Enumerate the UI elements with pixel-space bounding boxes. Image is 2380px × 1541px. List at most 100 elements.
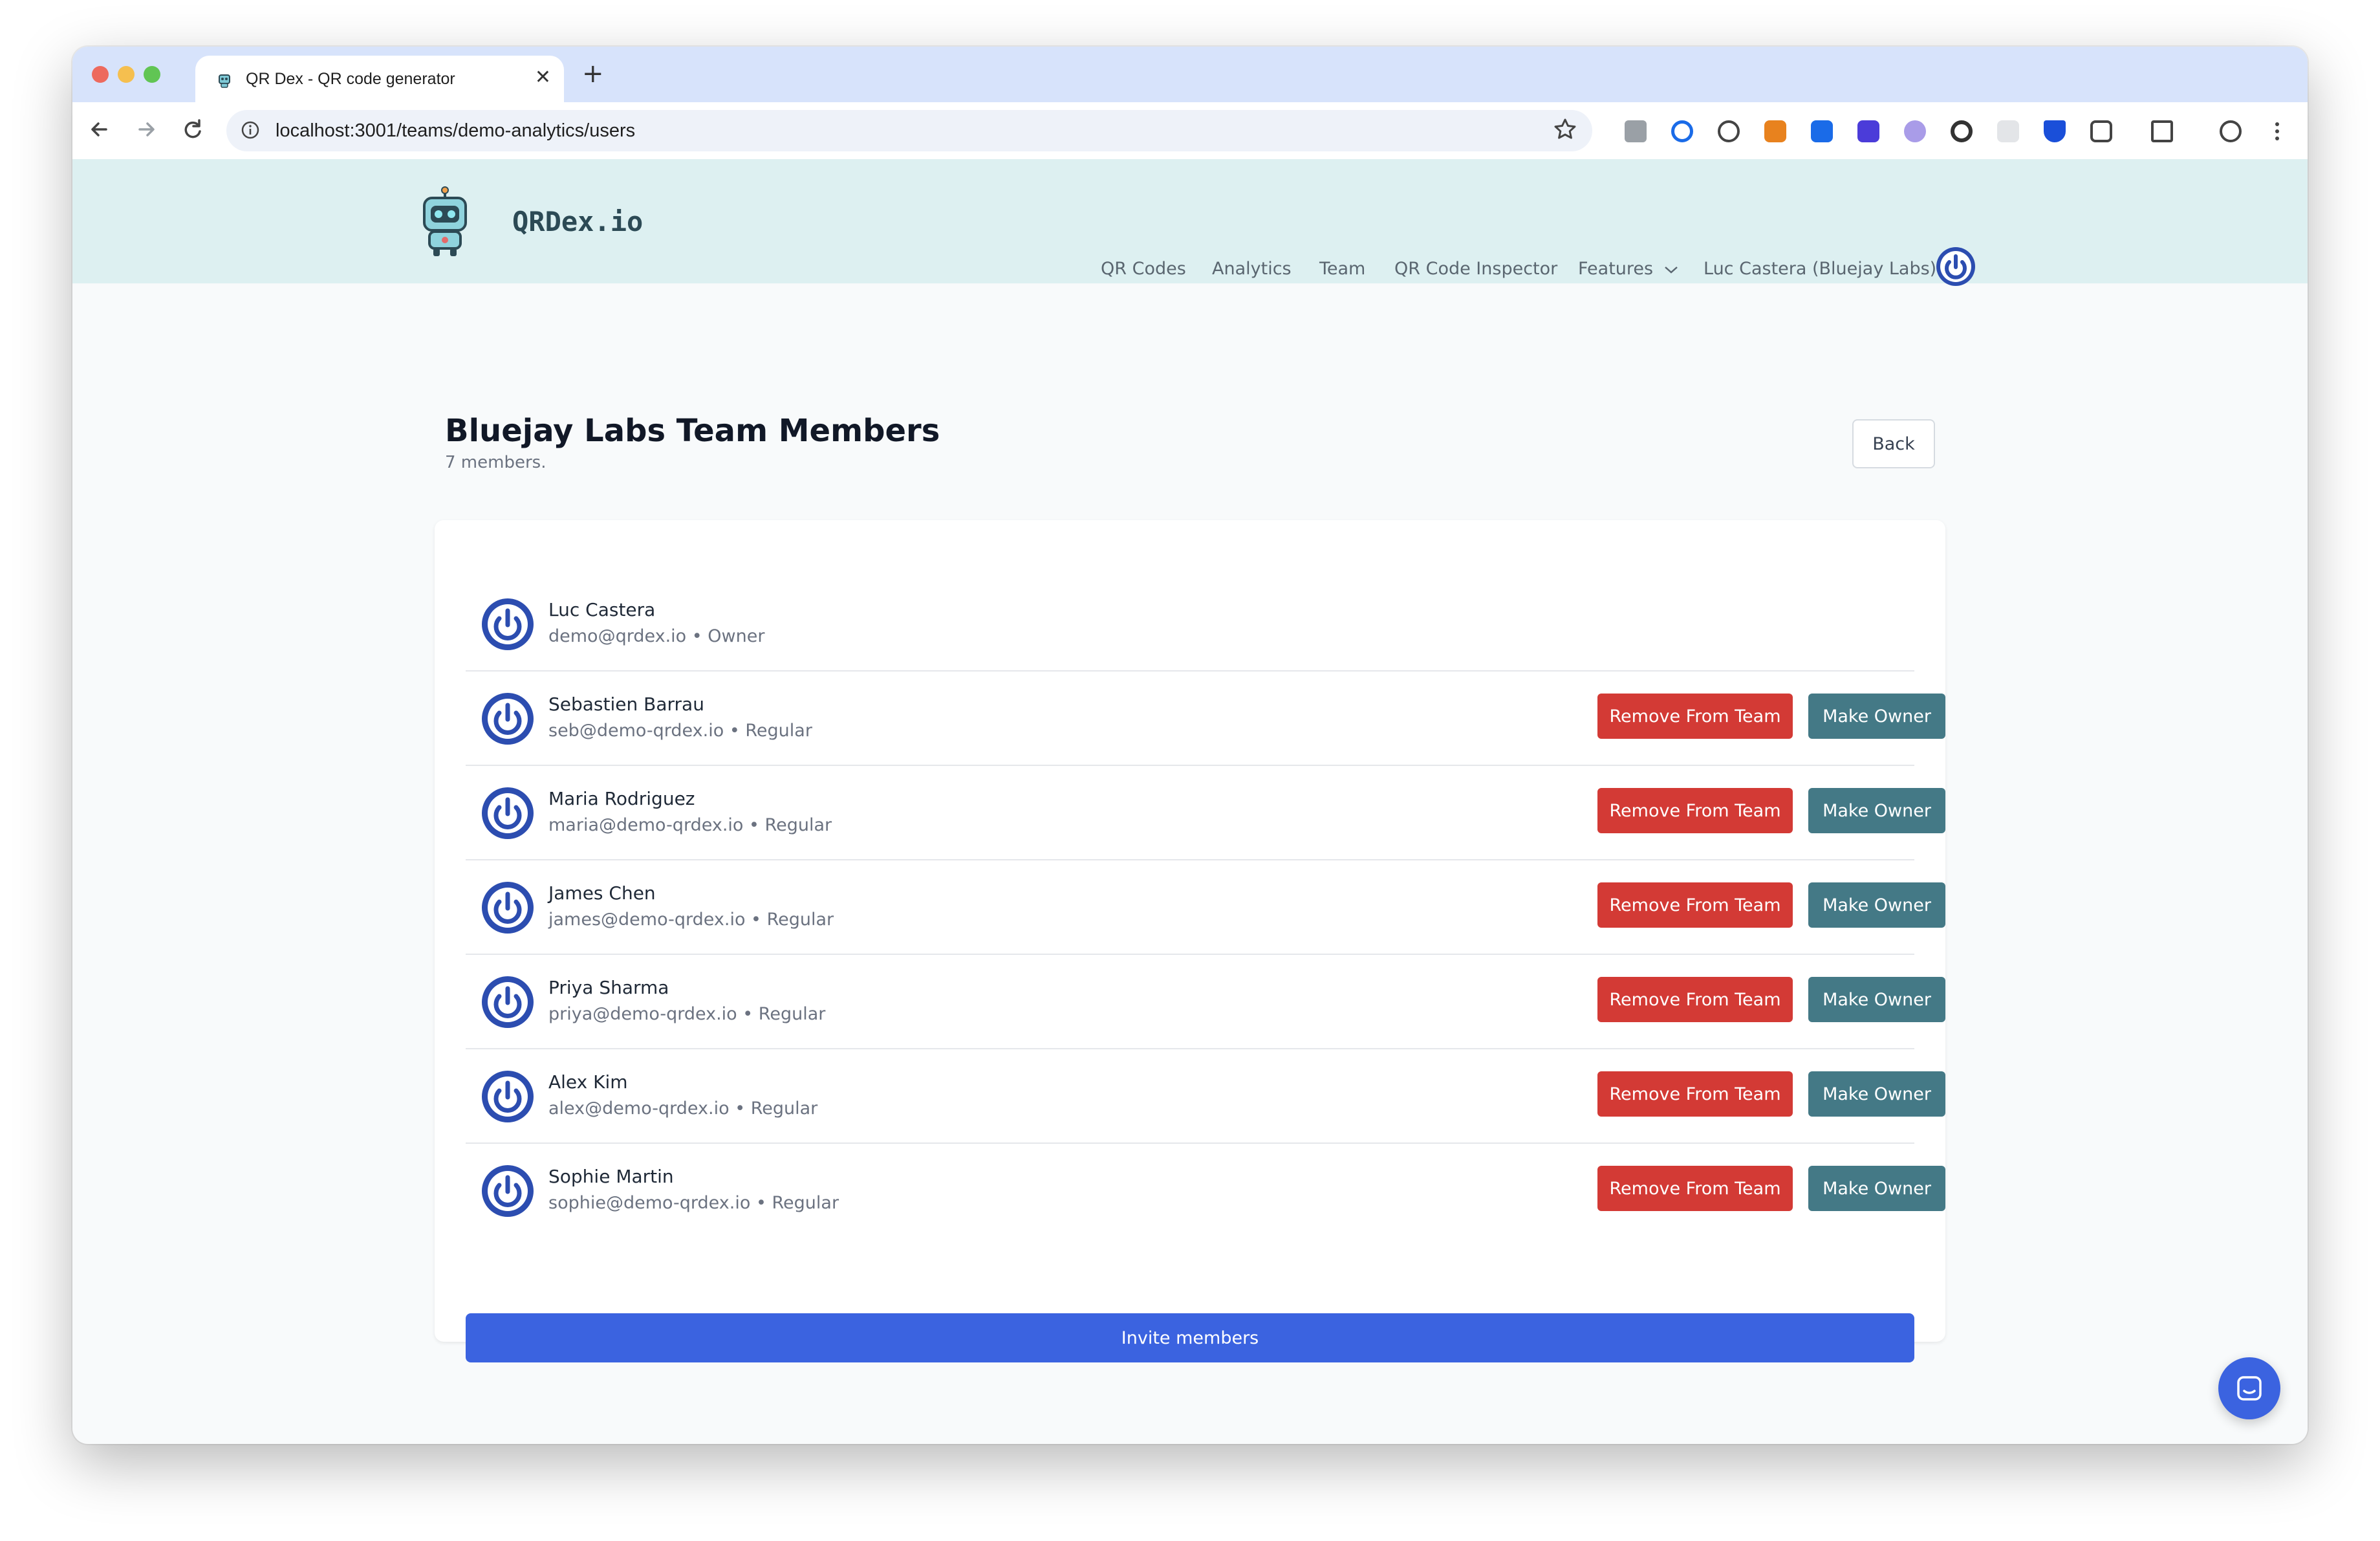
member-meta: maria@demo-qrdex.io • Regular bbox=[548, 815, 832, 835]
nav-user-name[interactable]: Luc Castera (Bluejay Labs) bbox=[1704, 259, 1936, 279]
remove-from-team-button[interactable]: Remove From Team bbox=[1597, 882, 1793, 928]
metamask-fox-icon[interactable] bbox=[1764, 120, 1786, 142]
nav-team[interactable]: Team bbox=[1319, 259, 1365, 279]
remove-from-team-button[interactable]: Remove From Team bbox=[1597, 1071, 1793, 1117]
member-meta: alex@demo-qrdex.io • Regular bbox=[548, 1098, 818, 1119]
member-avatar-power-icon bbox=[482, 693, 534, 745]
nav-analytics[interactable]: Analytics bbox=[1212, 259, 1292, 279]
tab-strip: QR Dex - QR code generator ✕ + bbox=[72, 47, 2308, 102]
member-name: Sebastien Barrau bbox=[548, 694, 704, 715]
member-name: Alex Kim bbox=[548, 1071, 628, 1093]
member-row: Priya Sharma priya@demo-qrdex.io • Regul… bbox=[466, 955, 1945, 1049]
robot-logo-icon[interactable] bbox=[419, 186, 471, 257]
member-name: James Chen bbox=[548, 882, 656, 904]
browser-toolbar: localhost:3001/teams/demo-analytics/user… bbox=[72, 102, 2308, 160]
camera-extension-icon[interactable] bbox=[1625, 120, 1647, 142]
remove-from-team-button[interactable]: Remove From Team bbox=[1597, 977, 1793, 1022]
nav-features-label: Features bbox=[1578, 259, 1654, 279]
member-meta: priya@demo-qrdex.io • Regular bbox=[548, 1004, 826, 1024]
v-extension-icon[interactable] bbox=[2044, 120, 2066, 142]
member-name: Maria Rodriguez bbox=[548, 788, 695, 809]
member-email: demo@qrdex.io bbox=[548, 626, 687, 646]
robot-favicon-icon bbox=[219, 74, 230, 88]
page-title: Bluejay Labs Team Members bbox=[445, 413, 940, 449]
remove-from-team-button[interactable]: Remove From Team bbox=[1597, 1166, 1793, 1211]
nav-qr-code-inspector[interactable]: QR Code Inspector bbox=[1394, 259, 1557, 279]
chat-icon bbox=[2237, 1376, 2262, 1401]
member-row: Luc Castera demo@qrdex.io • Owner bbox=[466, 577, 1914, 672]
member-meta: demo@qrdex.io • Owner bbox=[548, 626, 765, 646]
close-window-button[interactable] bbox=[92, 66, 109, 83]
browser-window: QR Dex - QR code generator ✕ + localhost… bbox=[72, 47, 2308, 1444]
cloud-extension-icon[interactable] bbox=[1904, 120, 1926, 142]
site-info-icon[interactable] bbox=[241, 120, 260, 140]
profile-icon[interactable] bbox=[2220, 120, 2242, 142]
member-avatar-power-icon bbox=[482, 976, 534, 1028]
member-avatar-power-icon bbox=[482, 598, 534, 650]
url-text[interactable]: localhost:3001/teams/demo-analytics/user… bbox=[276, 120, 635, 142]
member-row: Alex Kim alex@demo-qrdex.io • Regular Re… bbox=[466, 1049, 1945, 1144]
back-arrow-icon[interactable] bbox=[85, 115, 114, 144]
make-owner-button[interactable]: Make Owner bbox=[1808, 977, 1945, 1022]
grey-square-extension-icon[interactable] bbox=[1997, 120, 2019, 142]
make-owner-button[interactable]: Make Owner bbox=[1808, 882, 1945, 928]
invite-members-button[interactable]: Invite members bbox=[466, 1313, 1914, 1362]
member-row: Maria Rodriguez maria@demo-qrdex.io • Re… bbox=[466, 766, 1945, 860]
make-owner-button[interactable]: Make Owner bbox=[1808, 1166, 1945, 1211]
chat-launcher-button[interactable] bbox=[2218, 1357, 2280, 1419]
menu-kebab-icon[interactable] bbox=[2266, 120, 2288, 142]
member-row: Sebastien Barrau seb@demo-qrdex.io • Reg… bbox=[466, 672, 1945, 766]
zoom-window-button[interactable] bbox=[144, 66, 160, 83]
tab-close-icon[interactable]: ✕ bbox=[535, 66, 551, 89]
member-avatar-power-icon bbox=[482, 787, 534, 839]
member-avatar-power-icon bbox=[482, 1165, 534, 1217]
puzzle-extensions-icon[interactable] bbox=[2090, 120, 2112, 142]
user-avatar-power-icon[interactable] bbox=[1935, 246, 1976, 287]
member-role: Regular bbox=[758, 1004, 826, 1024]
lock-extension-icon[interactable] bbox=[1718, 120, 1740, 142]
site-header: QRDex.io QR Codes Analytics Team QR Code… bbox=[72, 159, 2308, 286]
tab-search-icon[interactable] bbox=[2151, 120, 2173, 142]
member-name: Priya Sharma bbox=[548, 977, 669, 998]
gear-blue-extension-icon[interactable] bbox=[1811, 120, 1833, 142]
make-owner-button[interactable]: Make Owner bbox=[1808, 788, 1945, 833]
logo-text[interactable]: QRDex.io bbox=[512, 206, 643, 237]
browser-tab[interactable]: QR Dex - QR code generator ✕ bbox=[195, 56, 564, 102]
nav-qr-codes[interactable]: QR Codes bbox=[1101, 259, 1186, 279]
member-email: seb@demo-qrdex.io bbox=[548, 721, 724, 741]
member-row: Sophie Martin sophie@demo-qrdex.io • Reg… bbox=[466, 1144, 1945, 1238]
member-email: james@demo-qrdex.io bbox=[548, 910, 746, 930]
forward-arrow-icon[interactable] bbox=[132, 115, 160, 144]
member-email: priya@demo-qrdex.io bbox=[548, 1004, 737, 1024]
member-role: Regular bbox=[745, 721, 812, 741]
member-role: Regular bbox=[750, 1098, 818, 1119]
members-card: Luc Castera demo@qrdex.io • Owner Sebast… bbox=[435, 520, 1945, 1362]
member-role: Regular bbox=[764, 815, 832, 835]
tab-title: QR Dex - QR code generator bbox=[246, 70, 455, 88]
new-tab-button[interactable]: + bbox=[582, 61, 604, 87]
member-name: Sophie Martin bbox=[548, 1166, 674, 1187]
purple-square-extension-icon[interactable] bbox=[1857, 120, 1879, 142]
member-meta: sophie@demo-qrdex.io • Regular bbox=[548, 1193, 839, 1213]
member-row: James Chen james@demo-qrdex.io • Regular… bbox=[466, 860, 1945, 955]
reload-icon[interactable] bbox=[178, 115, 207, 144]
member-role: Owner bbox=[708, 626, 765, 646]
bookmark-star-icon[interactable] bbox=[1552, 116, 1578, 142]
blue-ring-extension-icon[interactable] bbox=[1671, 120, 1693, 142]
remove-from-team-button[interactable]: Remove From Team bbox=[1597, 788, 1793, 833]
settings-gear-extension-icon[interactable] bbox=[1951, 120, 1973, 142]
member-count: 7 members. bbox=[445, 453, 546, 472]
make-owner-button[interactable]: Make Owner bbox=[1808, 694, 1945, 739]
chevron-down-icon bbox=[1664, 267, 1678, 274]
member-avatar-power-icon bbox=[482, 882, 534, 934]
member-role: Regular bbox=[772, 1193, 839, 1213]
address-bar[interactable]: localhost:3001/teams/demo-analytics/user… bbox=[226, 110, 1592, 151]
make-owner-button[interactable]: Make Owner bbox=[1808, 1071, 1945, 1117]
remove-from-team-button[interactable]: Remove From Team bbox=[1597, 694, 1793, 739]
member-meta: seb@demo-qrdex.io • Regular bbox=[548, 721, 812, 741]
nav-features[interactable]: Features bbox=[1578, 259, 1678, 279]
member-role: Regular bbox=[766, 910, 834, 930]
minimize-window-button[interactable] bbox=[118, 66, 135, 83]
back-button[interactable]: Back bbox=[1852, 419, 1935, 468]
member-email: maria@demo-qrdex.io bbox=[548, 815, 744, 835]
